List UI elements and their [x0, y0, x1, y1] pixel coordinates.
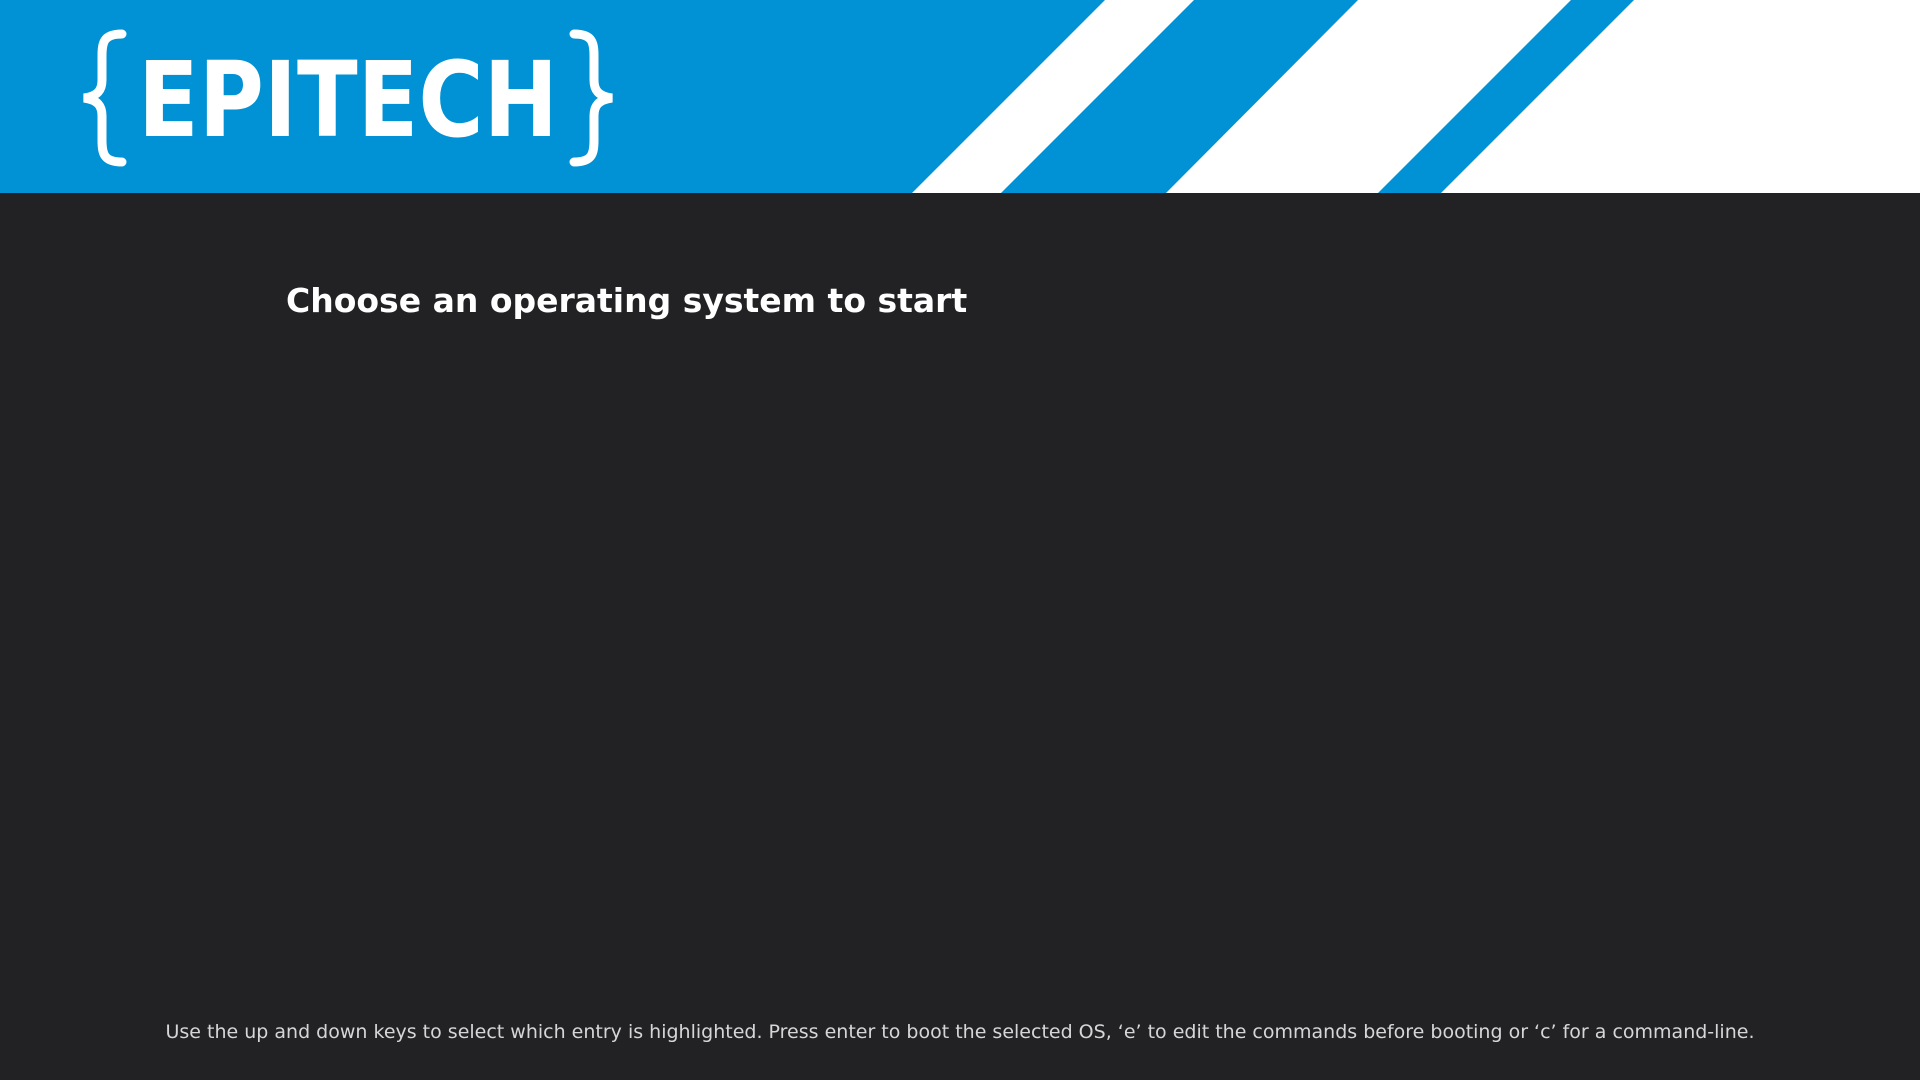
epitech-logo: EPITECH	[83, 29, 613, 167]
boot-menu-screen: EPITECH Choose an operating system to st…	[0, 0, 1920, 1080]
menu-title: Choose an operating system to start	[286, 281, 968, 320]
boot-entry-list[interactable]	[286, 350, 1636, 950]
help-text: Use the up and down keys to select which…	[165, 1021, 1755, 1043]
logo-wordmark: EPITECH	[138, 39, 558, 161]
header-banner: EPITECH	[0, 0, 1920, 193]
